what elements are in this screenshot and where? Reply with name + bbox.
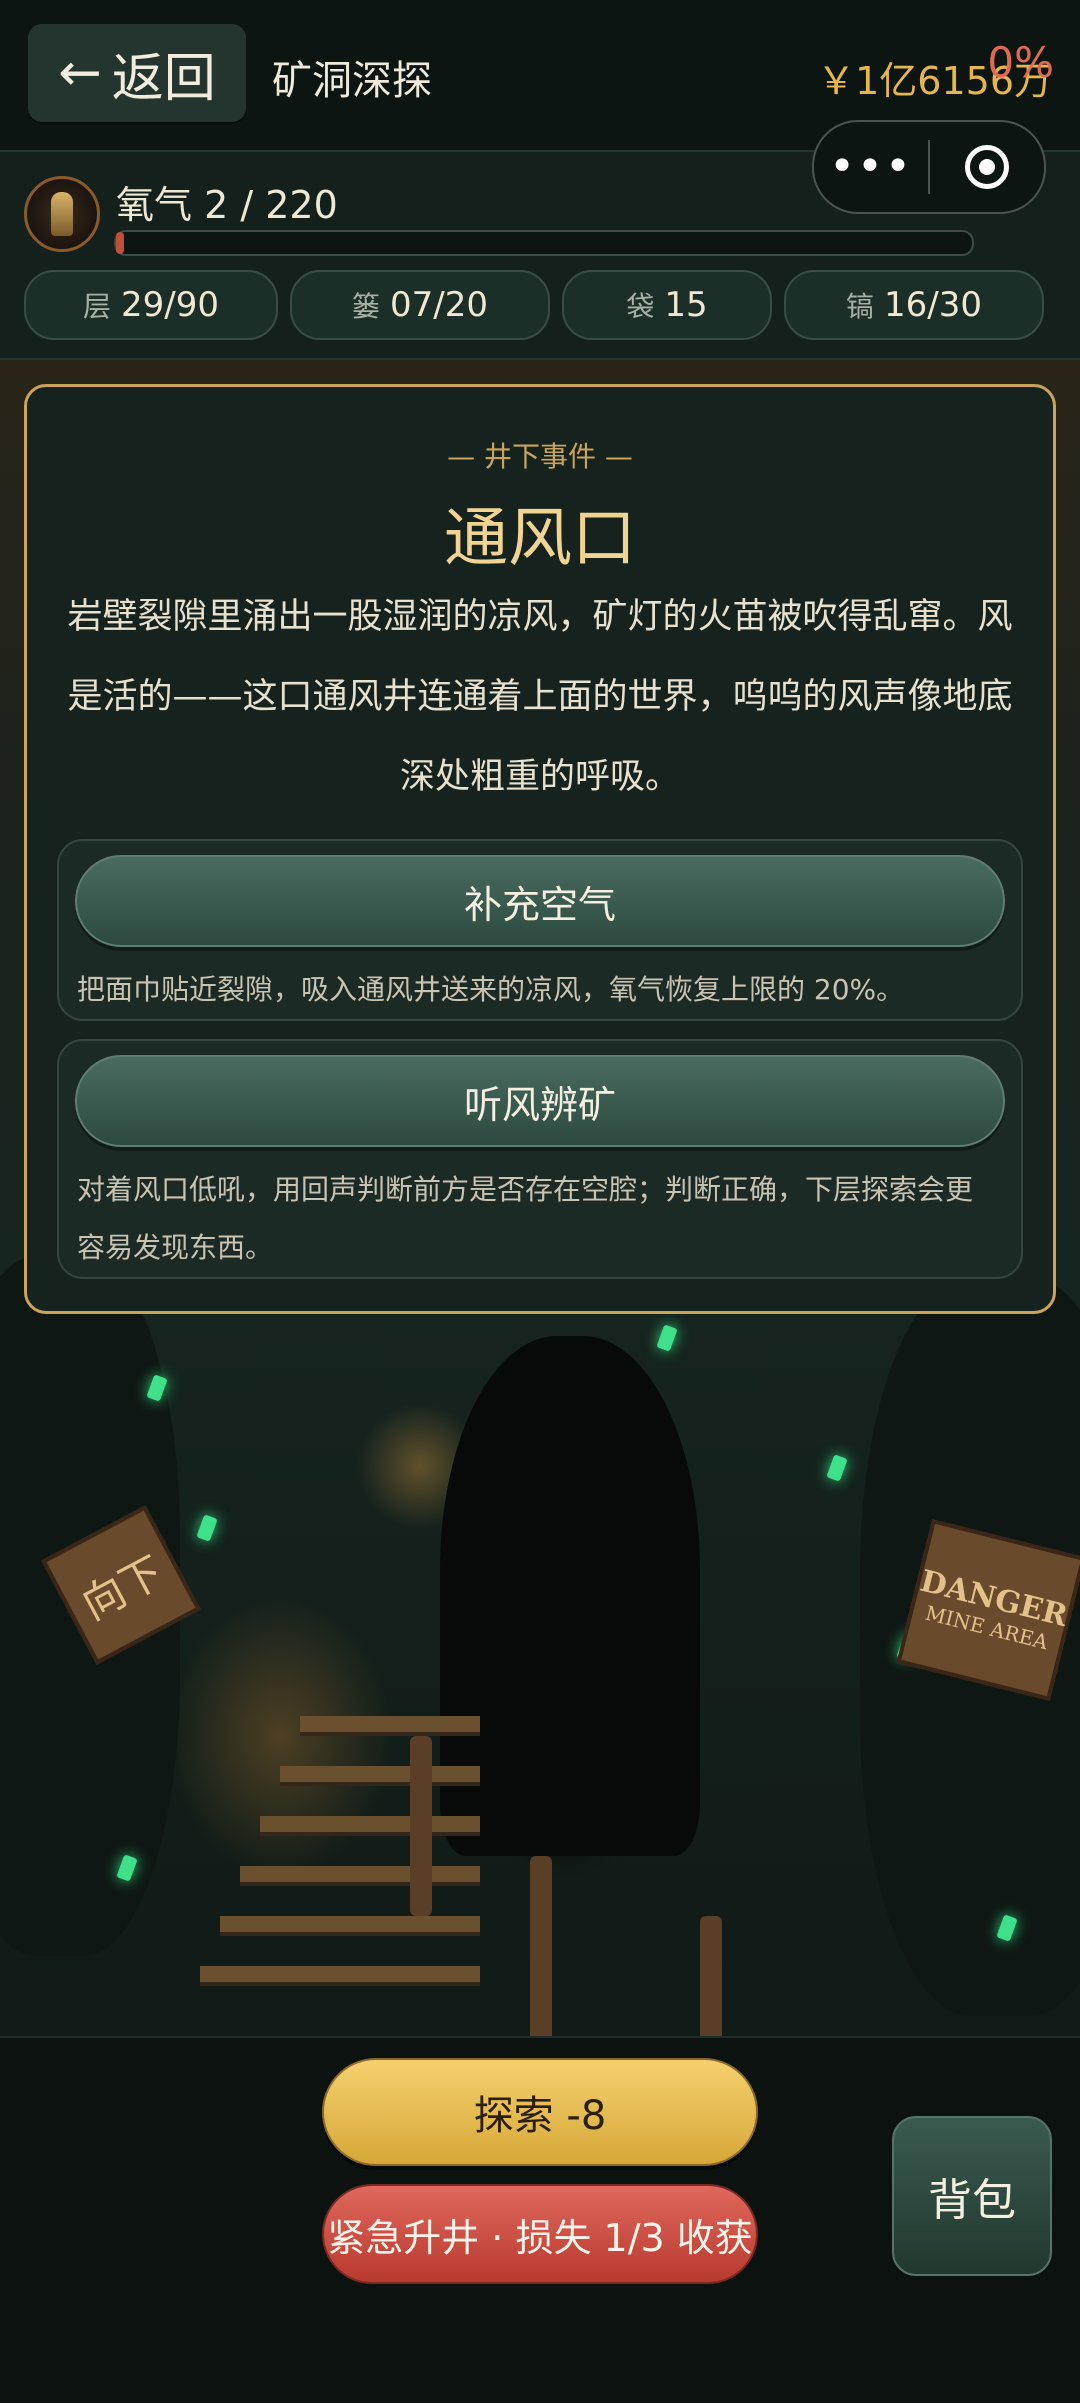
green-crystal <box>196 1514 218 1542</box>
arrow-left-icon: ← <box>58 43 102 103</box>
stat-chip-key: 篓 <box>352 290 381 323</box>
stat-chip-value: 07/20 <box>390 285 488 325</box>
emergency-ascend-button[interactable]: 紧急升井 · 损失 1/3 收获 <box>322 2184 758 2284</box>
action-bar: 探索 -8 紧急升井 · 损失 1/3 收获 背包 <box>0 2036 1080 2403</box>
green-crystal <box>826 1454 848 1482</box>
stat-chip-basket: 篓 07/20 <box>290 270 550 340</box>
rope-post <box>530 1856 552 2036</box>
event-option: 补充空气 把面巾贴近裂隙，吸入通风井送来的凉风，氧气恢复上限的 20%。 <box>57 839 1023 1021</box>
stair-step <box>200 1966 480 1986</box>
stair-step <box>300 1716 480 1736</box>
target-circle-icon[interactable] <box>930 145 1044 189</box>
stat-chip-key: 袋 <box>626 290 655 323</box>
stat-chip-value: 29/90 <box>121 285 219 325</box>
event-kicker: — 井下事件 — <box>447 440 633 473</box>
oxygen-progress-bar <box>114 230 974 256</box>
option-description: 把面巾贴近裂隙，吸入通风井送来的凉风，氧气恢复上限的 20%。 <box>77 973 905 1006</box>
stat-chip-layer: 层 29/90 <box>24 270 278 340</box>
oxygen-label: 氧气 2 / 220 <box>116 183 338 227</box>
event-option: 听风辨矿 对着风口低吼，用回声判断前方是否存在空腔；判断正确，下层探索会更容易发… <box>57 1039 1023 1279</box>
stat-chip-key: 镐 <box>846 290 875 323</box>
event-card: — 井下事件 — 通风口 岩壁裂隙里涌出一股湿润的凉风，矿灯的火苗被吹得乱窜。风… <box>24 384 1056 1314</box>
more-dots-icon[interactable]: ••• <box>814 145 928 189</box>
stat-chip-bag: 袋 15 <box>562 270 772 340</box>
stair-step <box>280 1766 480 1786</box>
page-title: 矿洞深探 <box>272 58 432 104</box>
back-button[interactable]: ← 返回 <box>28 24 246 122</box>
green-crystal <box>656 1324 678 1352</box>
option-listen-wind-button[interactable]: 听风辨矿 <box>75 1055 1005 1147</box>
backpack-button[interactable]: 背包 <box>892 2116 1052 2276</box>
avatar <box>24 176 100 252</box>
option-description: 对着风口低吼，用回声判断前方是否存在空腔；判断正确，下层探索会更容易发现东西。 <box>77 1173 974 1264</box>
stats-row: 层 29/90 篓 07/20 袋 15 镐 16/30 <box>24 270 1056 342</box>
oxygen-progress-fill <box>116 232 124 254</box>
mini-program-capsule: ••• <box>812 120 1046 214</box>
back-label: 返回 <box>111 48 216 109</box>
stair-step <box>260 1816 480 1836</box>
event-description: 岩壁裂隙里涌出一股湿润的凉风，矿灯的火苗被吹得乱窜。风是活的——这口通风井连通着… <box>67 597 1013 797</box>
event-title: 通风口 <box>444 502 636 576</box>
explore-button[interactable]: 探索 -8 <box>322 2058 758 2166</box>
stat-chip-value: 15 <box>664 285 708 325</box>
rope-post <box>410 1736 432 1916</box>
stat-chip-key: 层 <box>83 290 112 323</box>
oxygen-percent: 0% <box>987 38 1054 87</box>
stat-chip-pickaxe: 镐 16/30 <box>784 270 1044 340</box>
stair-step <box>220 1916 480 1936</box>
option-refill-air-button[interactable]: 补充空气 <box>75 855 1005 947</box>
stair-step <box>240 1866 480 1886</box>
rope-post <box>700 1916 722 2036</box>
stat-chip-value: 16/30 <box>884 285 982 325</box>
